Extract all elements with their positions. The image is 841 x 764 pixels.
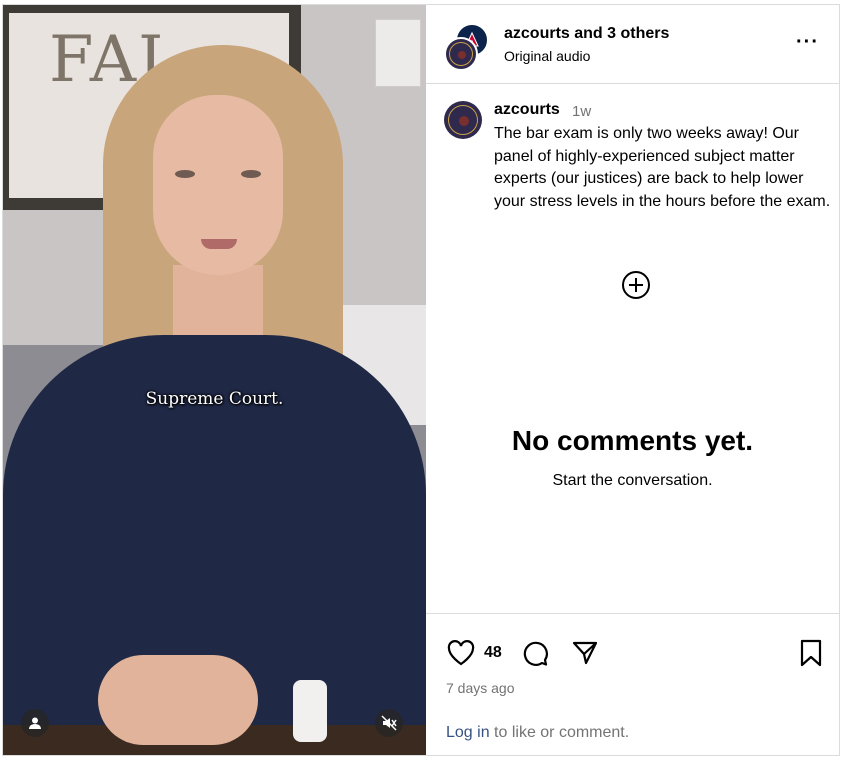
caption-text: The bar exam is only two weeks away! Our… [494, 125, 831, 210]
action-bar: 48 7 days ago Log in to like or comment. [426, 613, 839, 756]
avatar[interactable] [444, 101, 482, 139]
caption-username[interactable]: azcourts [494, 101, 560, 119]
post-dialog: FAI Supreme Court. azcourts and 3 others… [2, 4, 840, 756]
more-dots-icon[interactable]: ··· [796, 31, 819, 54]
speaker-hands [98, 655, 258, 745]
no-comments-title: No comments yet. [511, 425, 754, 456]
audio-label[interactable]: Original audio [504, 48, 590, 64]
video-player[interactable]: FAI Supreme Court. [3, 5, 426, 755]
wall-switch [375, 19, 421, 87]
header-username[interactable]: azcourts [504, 25, 570, 42]
collab-avatars[interactable] [444, 23, 489, 71]
bookmark-icon[interactable] [796, 638, 826, 668]
plus-circle-icon[interactable] [621, 270, 651, 300]
user-tag-icon[interactable] [21, 709, 49, 737]
header-collab[interactable]: and 3 others [574, 25, 669, 42]
post-side-panel: azcourts and 3 others Original audio ···… [426, 5, 839, 755]
post-age[interactable]: 7 days ago [446, 680, 515, 696]
caption-time: 1w [572, 103, 592, 120]
header-title[interactable]: azcourts and 3 others [504, 25, 669, 43]
muted-speaker-icon[interactable] [375, 709, 403, 737]
video-caption: Supreme Court. [145, 389, 284, 409]
heart-icon[interactable] [446, 638, 476, 668]
no-comments-subtitle: Start the conversation. [552, 472, 713, 489]
comment-icon[interactable] [520, 638, 550, 668]
login-link[interactable]: Log in [446, 724, 490, 741]
avatar-azcourts[interactable] [444, 37, 478, 71]
share-icon[interactable] [570, 638, 600, 668]
login-prompt: Log in to like or comment. [446, 724, 629, 742]
post-header: azcourts and 3 others Original audio ··· [426, 5, 839, 84]
like-count[interactable]: 48 [484, 644, 502, 662]
login-prompt-text: to like or comment. [489, 724, 630, 741]
watch [293, 680, 327, 742]
